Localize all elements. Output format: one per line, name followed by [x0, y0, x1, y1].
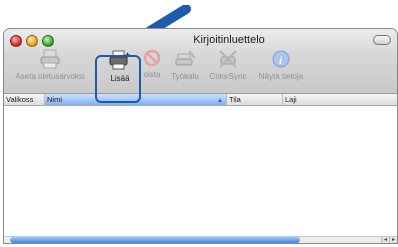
screen: Kirjoitinluettelo Aseta oletusarvoksi +: [0, 0, 398, 247]
column-label: Tila: [229, 95, 241, 104]
horizontal-scrollbar[interactable]: ◂ ▸: [4, 236, 397, 243]
toolbar-button-colorsync[interactable]: ColorSync: [205, 49, 251, 81]
printer-list-window: Kirjoitinluettelo Aseta oletusarvoksi +: [3, 28, 398, 244]
toolbar-label: Työkalu: [171, 72, 199, 81]
column-label: Laji: [285, 95, 297, 104]
toolbar-label: Aseta oletusarvoksi: [15, 72, 85, 81]
window-controls: [10, 35, 54, 47]
colorsync-icon: [219, 50, 237, 68]
toolbar-button-show-info[interactable]: i Näytä tietoja: [254, 49, 308, 81]
printer-default-icon: [40, 49, 60, 69]
toolbar-label: Näytä tietoja: [258, 72, 304, 81]
toolbar-button-utility[interactable]: Työkalu: [167, 49, 203, 81]
column-label: Valikoss: [6, 95, 34, 104]
toolbar-button-set-default[interactable]: Aseta oletusarvoksi: [9, 49, 91, 81]
delete-icon: [143, 49, 161, 67]
zoom-button[interactable]: [42, 35, 54, 47]
printer-list[interactable]: [4, 106, 397, 237]
scroll-right-icon[interactable]: ▸: [389, 237, 397, 243]
scroll-left-icon[interactable]: ◂: [381, 237, 389, 243]
column-header-laji[interactable]: Laji: [283, 94, 397, 105]
window-title: Kirjoitinluettelo: [193, 34, 265, 46]
utility-icon: [175, 50, 196, 66]
toolbar-toggle-button[interactable]: [373, 35, 391, 45]
toolbar-button-delete[interactable]: oista: [140, 49, 164, 79]
add-button-highlight: [95, 55, 141, 103]
info-icon: i: [272, 50, 290, 68]
scrollbar-thumb[interactable]: [10, 237, 300, 243]
minimize-button[interactable]: [26, 35, 38, 47]
column-header-tila[interactable]: Tila: [227, 94, 283, 105]
toolbar-label: ColorSync: [209, 72, 247, 81]
title-toolbar-area: Kirjoitinluettelo Aseta oletusarvoksi +: [4, 29, 397, 94]
column-header-valikoss[interactable]: Valikoss: [4, 94, 45, 105]
close-button[interactable]: [10, 35, 22, 47]
column-label: Nimi: [47, 95, 62, 104]
toolbar-label: oista: [143, 70, 161, 79]
table-header: Valikoss Nimi ▲ Tila Laji: [4, 94, 397, 106]
